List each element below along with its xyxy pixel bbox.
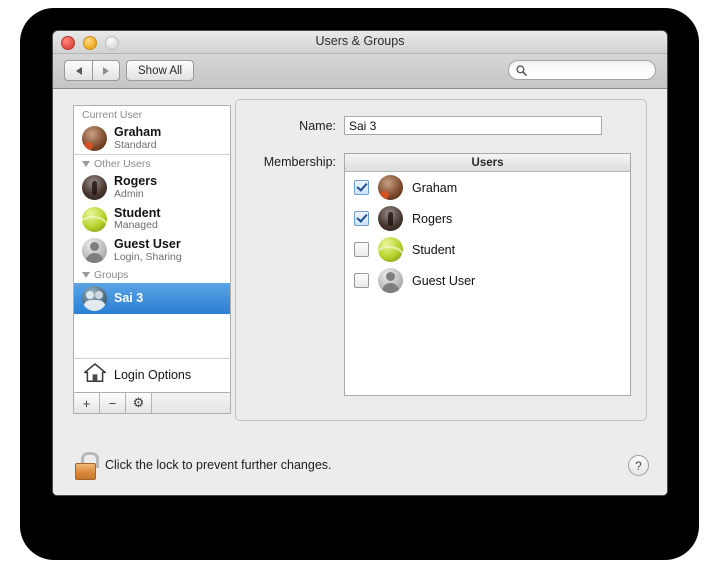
sidebar-section-other-users: Other Users Rogers Admin Student Managed… <box>74 155 230 266</box>
group-name-input[interactable] <box>344 116 602 135</box>
chevron-right-icon <box>103 66 109 75</box>
sidebar-heading-label: Current User <box>82 109 143 121</box>
user-avatar-icon <box>82 206 107 232</box>
membership-label: Membership: <box>263 155 336 169</box>
disclosure-triangle-icon[interactable] <box>82 161 90 168</box>
sidebar-heading-current-user: Current User <box>74 106 230 123</box>
login-options-label: Login Options <box>114 368 192 382</box>
sidebar-heading-groups[interactable]: Groups <box>74 266 230 283</box>
screen: Users & Groups Show All Current User Gra… <box>0 0 719 569</box>
search-input[interactable] <box>531 63 647 77</box>
sidebar-item-name: Graham <box>114 125 162 139</box>
user-avatar-icon <box>378 206 403 231</box>
sidebar-item-text: Graham Standard <box>114 125 162 151</box>
user-avatar-icon <box>378 237 403 262</box>
sidebar-item-role: Managed <box>114 219 158 232</box>
membership-row-label: Student <box>412 242 456 257</box>
sidebar-item-guest-user[interactable]: Guest User Login, Sharing <box>74 235 230 266</box>
sidebar-item-sai-3[interactable]: Sai 3 <box>74 283 230 315</box>
home-icon <box>83 362 107 388</box>
membership-checkbox-rogers[interactable] <box>354 211 369 226</box>
lock-body <box>75 463 96 480</box>
sidebar-item-name: Guest User <box>114 236 181 251</box>
navigation-buttons <box>64 60 120 81</box>
user-avatar-icon <box>378 175 403 200</box>
lock-message: Click the lock to prevent further change… <box>105 458 332 472</box>
sidebar-item-role: Login, Sharing <box>114 250 182 263</box>
user-avatar-icon <box>378 268 403 293</box>
preference-pane-content: Current User Graham Standard Other Users… <box>53 89 667 495</box>
sidebar-item-text: Student Managed <box>114 205 161 232</box>
membership-checkbox-student[interactable] <box>354 242 369 257</box>
search-field[interactable] <box>508 60 656 80</box>
user-avatar-icon <box>82 175 107 201</box>
sidebar-item-role: Standard <box>114 138 157 151</box>
sidebar-item-name: Rogers <box>114 174 158 189</box>
sidebar-section-current-user: Current User Graham Standard <box>74 106 230 154</box>
lock-open-icon[interactable] <box>73 451 99 480</box>
lock-bar: Click the lock to prevent further change… <box>53 439 667 495</box>
sidebar-item-rogers[interactable]: Rogers Admin <box>74 172 230 203</box>
sidebar-section-groups: Groups Sai 3 <box>74 266 230 315</box>
user-avatar-icon <box>82 126 107 152</box>
remove-account-button[interactable]: − <box>100 393 126 413</box>
login-options-button[interactable]: Login Options <box>74 359 230 392</box>
table-column-header-users: Users <box>345 154 630 172</box>
sidebar-item-role: Admin <box>114 188 144 201</box>
chevron-left-icon <box>75 66 82 75</box>
add-account-button[interactable]: + <box>74 393 100 413</box>
table-row[interactable]: Rogers <box>345 203 630 234</box>
sidebar-footer: Login Options <box>74 358 230 392</box>
sidebar-item-name: Student <box>114 205 161 220</box>
show-all-button[interactable]: Show All <box>126 60 195 81</box>
table-row[interactable]: Guest User <box>345 265 630 296</box>
sidebar-item-student[interactable]: Student Managed <box>74 204 230 235</box>
membership-row-label: Guest User <box>412 273 476 288</box>
membership-row: Membership: Users Graham Rogers Student … <box>236 153 646 396</box>
sidebar-heading-label: Other Users <box>94 158 151 171</box>
search-icon <box>516 64 527 76</box>
table-row[interactable]: Graham <box>345 172 630 203</box>
sidebar-heading-label: Groups <box>94 269 129 282</box>
user-avatar-icon <box>82 238 107 264</box>
sidebar-item-text: Guest User Login, Sharing <box>114 236 182 263</box>
membership-checkbox-graham[interactable] <box>354 180 369 195</box>
membership-checkbox-guest-user[interactable] <box>354 273 369 288</box>
forward-button[interactable] <box>92 60 120 81</box>
membership-row-label: Rogers <box>412 211 453 226</box>
group-detail-pane: Name: Membership: Users Graham <box>235 99 647 421</box>
window-titlebar[interactable]: Users & Groups <box>53 31 667 54</box>
help-button[interactable]: ? <box>628 455 649 476</box>
settings-gear-button[interactable]: ⚙ <box>126 393 152 413</box>
disclosure-triangle-icon[interactable] <box>82 272 90 279</box>
membership-table[interactable]: Users Graham Rogers Student Guest User <box>344 153 631 396</box>
segmented-filler <box>152 393 230 413</box>
toolbar: Show All <box>53 54 667 89</box>
sidebar-item-graham[interactable]: Graham Standard <box>74 123 230 154</box>
sidebar-item-text: Rogers Admin <box>114 175 157 200</box>
group-avatar-icon <box>82 286 107 312</box>
name-row: Name: <box>236 116 646 135</box>
sidebar-item-text: Sai 3 <box>114 290 144 306</box>
back-button[interactable] <box>64 60 92 81</box>
accounts-sidebar[interactable]: Current User Graham Standard Other Users… <box>73 105 231 393</box>
sidebar-heading-other-users[interactable]: Other Users <box>74 155 230 172</box>
membership-row-label: Graham <box>412 180 458 195</box>
account-action-buttons: + − ⚙ <box>73 393 231 414</box>
window-title: Users & Groups <box>315 34 405 48</box>
sidebar-item-name: Sai 3 <box>114 290 144 305</box>
table-row[interactable]: Student <box>345 234 630 265</box>
name-label: Name: <box>299 118 336 133</box>
users-and-groups-window: Users & Groups Show All Current User Gra… <box>52 30 668 496</box>
